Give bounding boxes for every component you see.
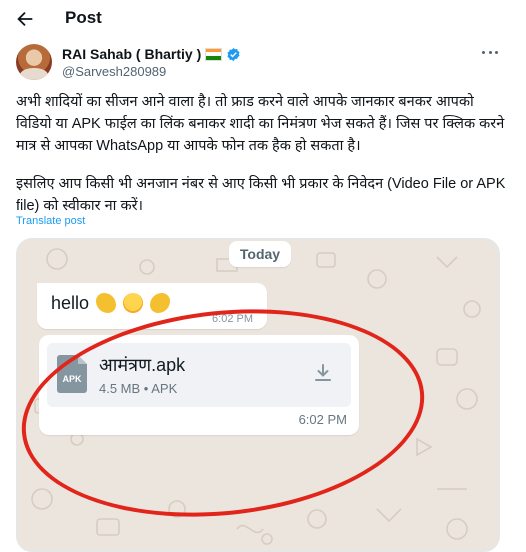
post-image[interactable]: Today hello 6:02 PM APK आमंत्रण.apk 4.5 …	[16, 238, 500, 552]
smiling-face-emoji-icon	[123, 293, 144, 313]
top-bar: Post	[0, 0, 526, 40]
avatar[interactable]	[16, 44, 52, 80]
back-arrow-icon[interactable]	[14, 8, 36, 30]
hello-text: hello	[51, 293, 90, 313]
author-name-row: RAI Sahab ( Bhartiy )	[62, 45, 241, 63]
verified-badge-icon	[227, 47, 240, 61]
date-separator: Today	[229, 241, 291, 267]
author-name[interactable]: RAI Sahab ( Bhartiy )	[62, 46, 201, 62]
more-options-icon[interactable]	[480, 46, 500, 60]
post-text-paragraph-2: इसलिए आप किसी भी अनजान नंबर से आए किसी भ…	[16, 176, 506, 214]
author-handle[interactable]: @Sarvesh280989	[62, 64, 166, 79]
clapping-hands-emoji-icon	[150, 293, 171, 313]
page-title: Post	[65, 8, 102, 27]
india-flag-icon	[205, 47, 223, 61]
translate-post-link[interactable]: Translate post	[16, 215, 85, 227]
post-text-paragraph-1: अभी शादियों का सीजन आने वाला है। तो फ्रा…	[16, 94, 505, 154]
message-text: hello	[51, 293, 171, 314]
clapping-hands-emoji-icon	[96, 293, 117, 313]
